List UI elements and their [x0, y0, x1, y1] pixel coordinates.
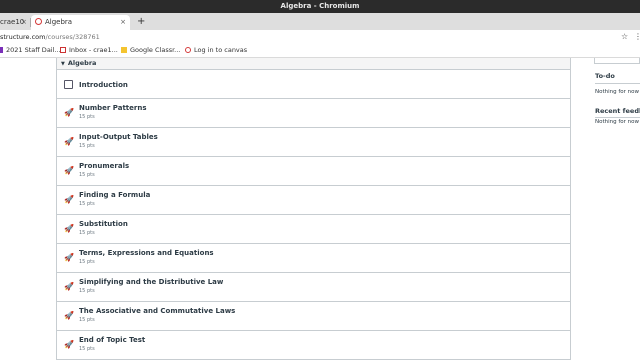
close-icon[interactable]: ×	[21, 15, 27, 29]
bookmark-label: 2021 Staff Dail...	[6, 46, 61, 54]
feedback-heading: Recent feedback	[595, 107, 640, 115]
rocket-icon: 🚀	[64, 282, 74, 291]
bookmark-inbox[interactable]: Inbox - crae1...	[60, 44, 118, 57]
tab-strip: crae10 × Algebra ×	[0, 13, 640, 30]
sidebar-button-partial[interactable]	[594, 58, 640, 64]
canvas-icon	[185, 47, 191, 53]
tab-inactive[interactable]: crae10 ×	[0, 15, 30, 30]
bookmark-label: Inbox - crae1...	[69, 46, 118, 54]
bookmark-label: Google Classr...	[130, 46, 181, 54]
module-item[interactable]: 🚀 Finding a Formula 15 pts	[57, 186, 570, 215]
rocket-icon: 🚀	[64, 195, 74, 204]
window-title: Algebra - Chromium	[0, 0, 640, 13]
module-header[interactable]: ▼ Algebra	[57, 58, 570, 70]
module-item[interactable]: 🚀 Pronumerals 15 pts	[57, 157, 570, 186]
module-item[interactable]: 🚀 Input-Output Tables 15 pts	[57, 128, 570, 157]
item-title[interactable]: Number Patterns	[79, 104, 147, 112]
item-title[interactable]: Finding a Formula	[79, 191, 150, 199]
module-title: Algebra	[67, 59, 97, 67]
todo-empty-text: Nothing for now	[595, 89, 640, 95]
item-points: 15 pts	[79, 172, 95, 178]
gmail-icon	[60, 47, 66, 53]
bookmark-staff-daily[interactable]: 2021 Staff Dail...	[0, 44, 61, 57]
item-points: 15 pts	[79, 143, 95, 149]
item-points: 15 pts	[79, 259, 95, 265]
module-item[interactable]: 🚀 The Associative and Commutative Laws 1…	[57, 302, 570, 331]
module-algebra: ▼ Algebra Introduction 🚀 Number Patterns …	[56, 58, 571, 360]
classroom-icon	[121, 47, 127, 53]
item-title[interactable]: Simplifying and the Distributive Law	[79, 278, 223, 286]
rocket-icon: 🚀	[64, 137, 74, 146]
module-item[interactable]: 🚀 Number Patterns 15 pts	[57, 99, 570, 128]
item-title[interactable]: The Associative and Commutative Laws	[79, 307, 235, 315]
module-item[interactable]: Introduction	[57, 70, 570, 99]
bookmark-icon	[0, 47, 3, 53]
item-points: 15 pts	[79, 114, 95, 120]
bookmark-star-icon[interactable]: ☆	[621, 30, 628, 44]
page-icon	[64, 80, 73, 89]
item-title[interactable]: End of Topic Test	[79, 336, 145, 344]
menu-icon[interactable]: ⋮	[634, 30, 640, 44]
module-item[interactable]: 🚀 Terms, Expressions and Equations 15 pt…	[57, 244, 570, 273]
item-points: 15 pts	[79, 230, 95, 236]
rocket-icon: 🚀	[64, 340, 74, 349]
rocket-icon: 🚀	[64, 311, 74, 320]
module-item[interactable]: 🚀 End of Topic Test 15 pts	[57, 331, 570, 360]
item-title[interactable]: Terms, Expressions and Equations	[79, 249, 214, 257]
rocket-icon: 🚀	[64, 166, 74, 175]
rocket-icon: 🚀	[64, 108, 74, 117]
divider	[595, 117, 640, 118]
close-icon[interactable]: ×	[120, 15, 126, 29]
rocket-icon: 🚀	[64, 253, 74, 262]
item-title[interactable]: Substitution	[79, 220, 128, 228]
item-points: 15 pts	[79, 201, 95, 207]
bookmark-canvas-login[interactable]: Log in to canvas	[185, 44, 247, 57]
right-sidebar: To-do Nothing for now Recent feedback No…	[571, 58, 640, 360]
canvas-favicon-icon	[35, 18, 42, 25]
bookmarks-bar: 2021 Staff Dail... Inbox - crae1... Goog…	[0, 44, 640, 58]
page-content: ▼ Algebra Introduction 🚀 Number Patterns …	[0, 58, 640, 360]
divider	[595, 83, 640, 84]
item-title[interactable]: Input-Output Tables	[79, 133, 158, 141]
module-item[interactable]: 🚀 Substitution 15 pts	[57, 215, 570, 244]
todo-heading: To-do	[595, 72, 615, 80]
new-tab-button[interactable]: +	[137, 13, 145, 30]
item-title[interactable]: Introduction	[79, 81, 128, 89]
caret-down-icon: ▼	[61, 61, 65, 67]
item-points: 15 pts	[79, 346, 95, 352]
feedback-empty-text: Nothing for now	[595, 119, 640, 125]
module-item[interactable]: 🚀 Simplifying and the Distributive Law 1…	[57, 273, 570, 302]
bookmark-google-classroom[interactable]: Google Classr...	[121, 44, 180, 57]
tab-label: Algebra	[45, 18, 73, 26]
tab-algebra[interactable]: Algebra ×	[31, 15, 130, 30]
toolbar: structure.com/courses/328761 ☆ ⋮	[0, 30, 640, 44]
url-path: /courses/328761	[45, 33, 100, 41]
url-host: structure.com	[0, 33, 46, 41]
item-title[interactable]: Pronumerals	[79, 162, 129, 170]
address-bar[interactable]: structure.com/courses/328761	[0, 30, 100, 44]
rocket-icon: 🚀	[64, 224, 74, 233]
item-points: 15 pts	[79, 288, 95, 294]
item-points: 15 pts	[79, 317, 95, 323]
bookmark-label: Log in to canvas	[194, 46, 248, 54]
